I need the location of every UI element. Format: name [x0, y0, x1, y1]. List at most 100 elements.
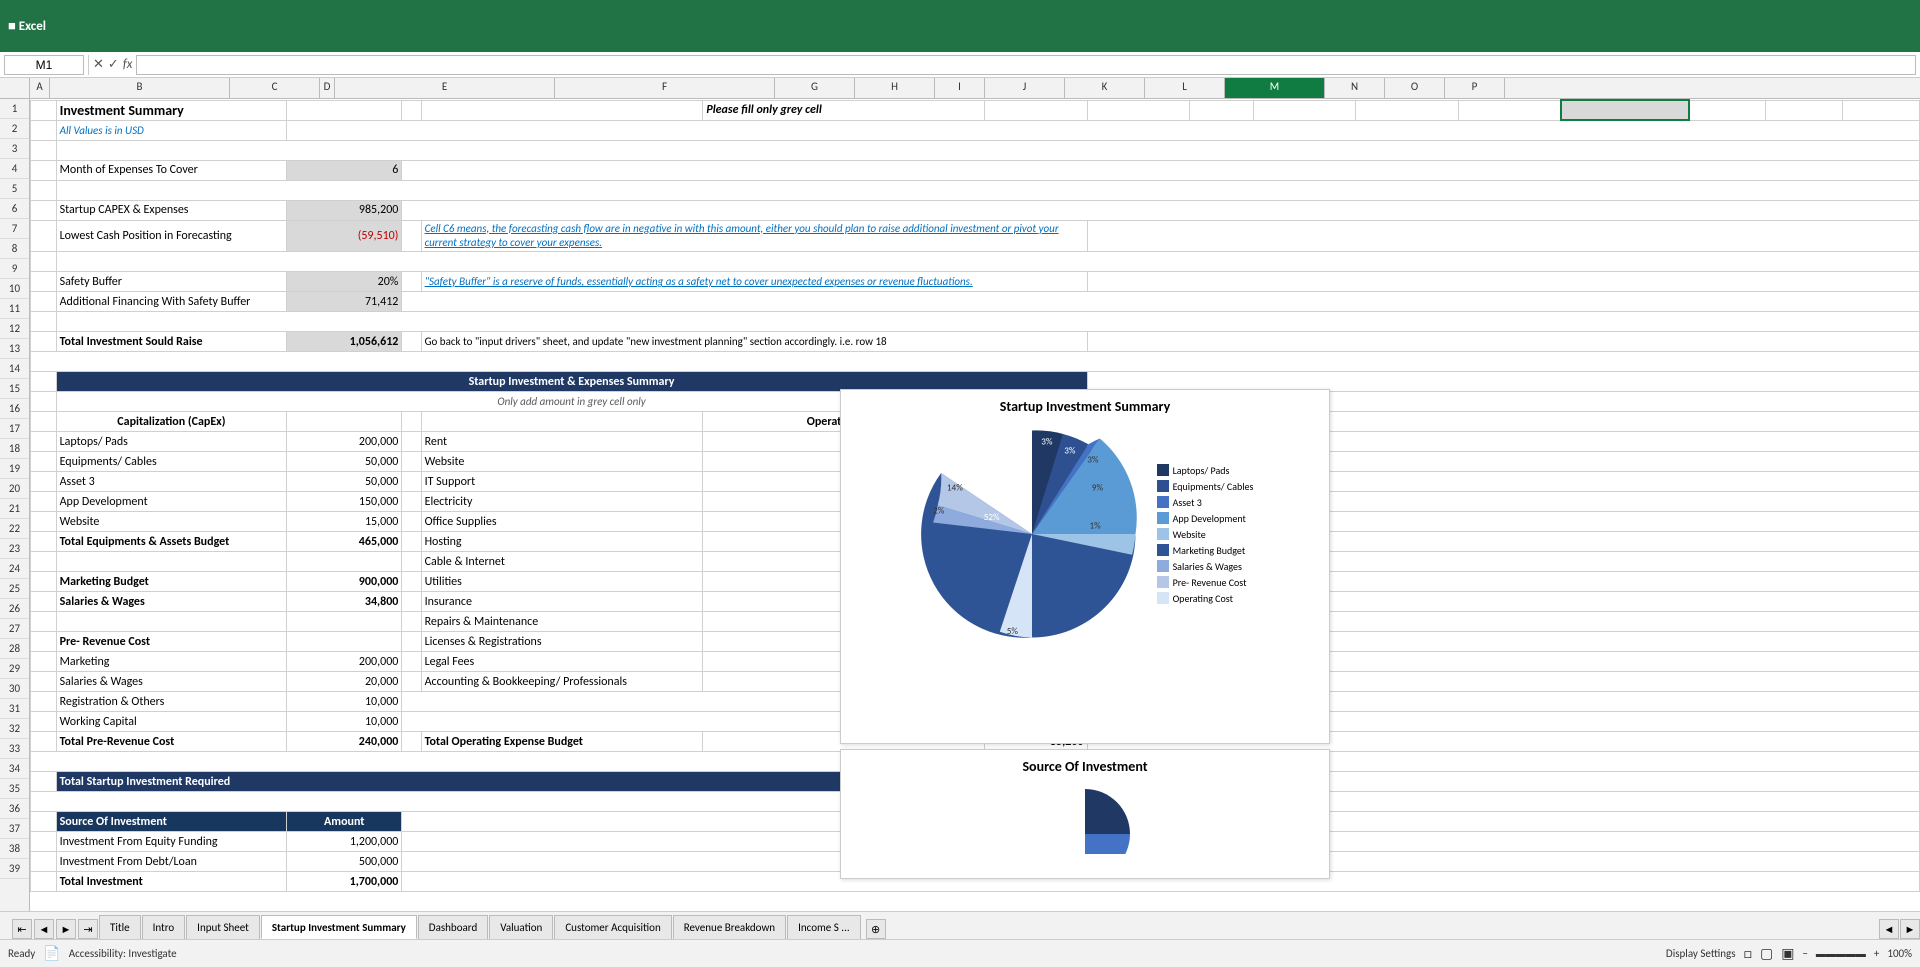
cell-c1[interactable]: [287, 100, 402, 120]
cell-d23[interactable]: [402, 552, 421, 572]
cell-e16[interactable]: [421, 412, 703, 432]
cell-k1[interactable]: [1356, 100, 1458, 120]
cell-f1[interactable]: Please fill only grey cell: [703, 100, 985, 120]
cell-b2[interactable]: All Values is in USD: [56, 120, 287, 140]
cell-a36[interactable]: [31, 812, 57, 832]
tab-customer-acquisition[interactable]: Customer Acquisition: [554, 915, 671, 939]
cell-b31[interactable]: Working Capital: [56, 712, 287, 732]
cell-a25[interactable]: [31, 592, 57, 612]
cell-a9[interactable]: [31, 272, 57, 292]
cell-b37[interactable]: Investment From Equity Funding: [56, 832, 287, 852]
cell-a1[interactable]: [31, 100, 57, 120]
cell-e25[interactable]: Insurance: [421, 592, 703, 612]
cell-a39[interactable]: [31, 872, 57, 892]
view-normal-icon[interactable]: □: [1744, 945, 1752, 962]
formula-input[interactable]: [136, 55, 1916, 75]
cell-c27[interactable]: [287, 632, 402, 652]
cell-c26[interactable]: [287, 612, 402, 632]
cell-b38[interactable]: Investment From Debt/Loan: [56, 852, 287, 872]
cell-c29[interactable]: 20,000: [287, 672, 402, 692]
cell-c30[interactable]: 10,000: [287, 692, 402, 712]
cell-c16[interactable]: [287, 412, 402, 432]
cell-m1[interactable]: [1561, 100, 1689, 120]
cell-d18[interactable]: [402, 452, 421, 472]
cell-a14[interactable]: [31, 372, 57, 392]
cell-d24[interactable]: [402, 572, 421, 592]
display-settings[interactable]: Display Settings: [1666, 947, 1736, 960]
cell-d19[interactable]: [402, 472, 421, 492]
cell-e18[interactable]: Website: [421, 452, 703, 472]
cell-a28[interactable]: [31, 652, 57, 672]
tab-startup-investment-summary[interactable]: Startup Investment Summary: [261, 915, 417, 939]
cell-a18[interactable]: [31, 452, 57, 472]
cell-a17[interactable]: [31, 432, 57, 452]
cell-c20[interactable]: 150,000: [287, 492, 402, 512]
tab-first-button[interactable]: ⇤: [12, 919, 32, 939]
tab-last-button[interactable]: ⇥: [78, 919, 98, 939]
cell-e1[interactable]: [421, 100, 703, 120]
cell-e27[interactable]: Licenses & Registrations: [421, 632, 703, 652]
cell-c19[interactable]: 50,000: [287, 472, 402, 492]
cell-e17[interactable]: Rent: [421, 432, 703, 452]
cell-h9-rest[interactable]: [1087, 272, 1920, 292]
tab-scroll-left[interactable]: ◄: [1879, 919, 1899, 939]
view-page-layout-icon[interactable]: ▢: [1760, 945, 1773, 962]
cell-name-box[interactable]: M1: [4, 55, 84, 75]
cell-e7[interactable]: Cell C6 means, the forecasting cash flow…: [421, 220, 1087, 252]
cell-c23[interactable]: [287, 552, 402, 572]
cell-d17[interactable]: [402, 432, 421, 452]
tab-title[interactable]: Title: [99, 915, 141, 939]
cell-a21[interactable]: [31, 512, 57, 532]
cell-h1[interactable]: [1087, 100, 1189, 120]
cell-e29[interactable]: Accounting & Bookkeeping/ Professionals: [421, 672, 703, 692]
view-page-break-icon[interactable]: ▣: [1781, 945, 1794, 962]
cell-a29[interactable]: [31, 672, 57, 692]
zoom-slider[interactable]: ▬▬▬▬▬: [1816, 947, 1866, 960]
tab-nav-controls[interactable]: ⇤ ◄ ► ⇥: [12, 919, 98, 939]
cell-d12[interactable]: [402, 332, 421, 352]
cell-c36[interactable]: Amount: [287, 812, 402, 832]
col-header-p[interactable]: P: [1445, 78, 1505, 98]
cell-l1[interactable]: [1458, 100, 1560, 120]
cell-c21[interactable]: 15,000: [287, 512, 402, 532]
cell-a37[interactable]: [31, 832, 57, 852]
cell-c6[interactable]: 985,200: [287, 200, 402, 220]
cell-d10-rest[interactable]: [402, 292, 1920, 312]
col-header-d[interactable]: D: [320, 78, 335, 98]
cell-b36[interactable]: Source Of Investment: [56, 812, 287, 832]
cell-c24[interactable]: 900,000: [287, 572, 402, 592]
tab-input-sheet[interactable]: Input Sheet: [186, 915, 260, 939]
cell-a19[interactable]: [31, 472, 57, 492]
cell-a23[interactable]: [31, 552, 57, 572]
cell-b19[interactable]: Asset 3: [56, 472, 287, 492]
col-header-a[interactable]: A: [30, 78, 50, 98]
cell-d27[interactable]: [402, 632, 421, 652]
cell-c25[interactable]: 34,800: [287, 592, 402, 612]
cell-c31[interactable]: 10,000: [287, 712, 402, 732]
cell-c4[interactable]: 6: [287, 160, 402, 180]
cell-d22[interactable]: [402, 532, 421, 552]
cell-b25[interactable]: Salaries & Wages: [56, 592, 287, 612]
sheet-grid[interactable]: Investment Summary Please fill only grey…: [30, 99, 1920, 911]
cell-o1[interactable]: [1766, 100, 1843, 120]
cell-a4[interactable]: [31, 160, 57, 180]
cell-b12[interactable]: Total Investment Sould Raise: [56, 332, 287, 352]
cell-b10[interactable]: Additional Financing With Safety Buffer: [56, 292, 287, 312]
tab-add-button[interactable]: ⊕: [866, 919, 886, 939]
col-header-j[interactable]: J: [985, 78, 1065, 98]
row13-empty[interactable]: [31, 352, 1920, 372]
cell-d28[interactable]: [402, 652, 421, 672]
status-accessibility[interactable]: Accessibility: Investigate: [69, 947, 177, 960]
cell-c22[interactable]: 465,000: [287, 532, 402, 552]
cell-d4-rest[interactable]: [402, 160, 1920, 180]
cell-c17[interactable]: 200,000: [287, 432, 402, 452]
cell-a27[interactable]: [31, 632, 57, 652]
cell-d9[interactable]: [402, 272, 421, 292]
cell-c38[interactable]: 500,000: [287, 852, 402, 872]
tab-next-button[interactable]: ►: [56, 919, 76, 939]
cell-a20[interactable]: [31, 492, 57, 512]
cell-e28[interactable]: Legal Fees: [421, 652, 703, 672]
cell-a15[interactable]: [31, 392, 57, 412]
cell-b28[interactable]: Marketing: [56, 652, 287, 672]
cell-c12[interactable]: 1,056,612: [287, 332, 402, 352]
